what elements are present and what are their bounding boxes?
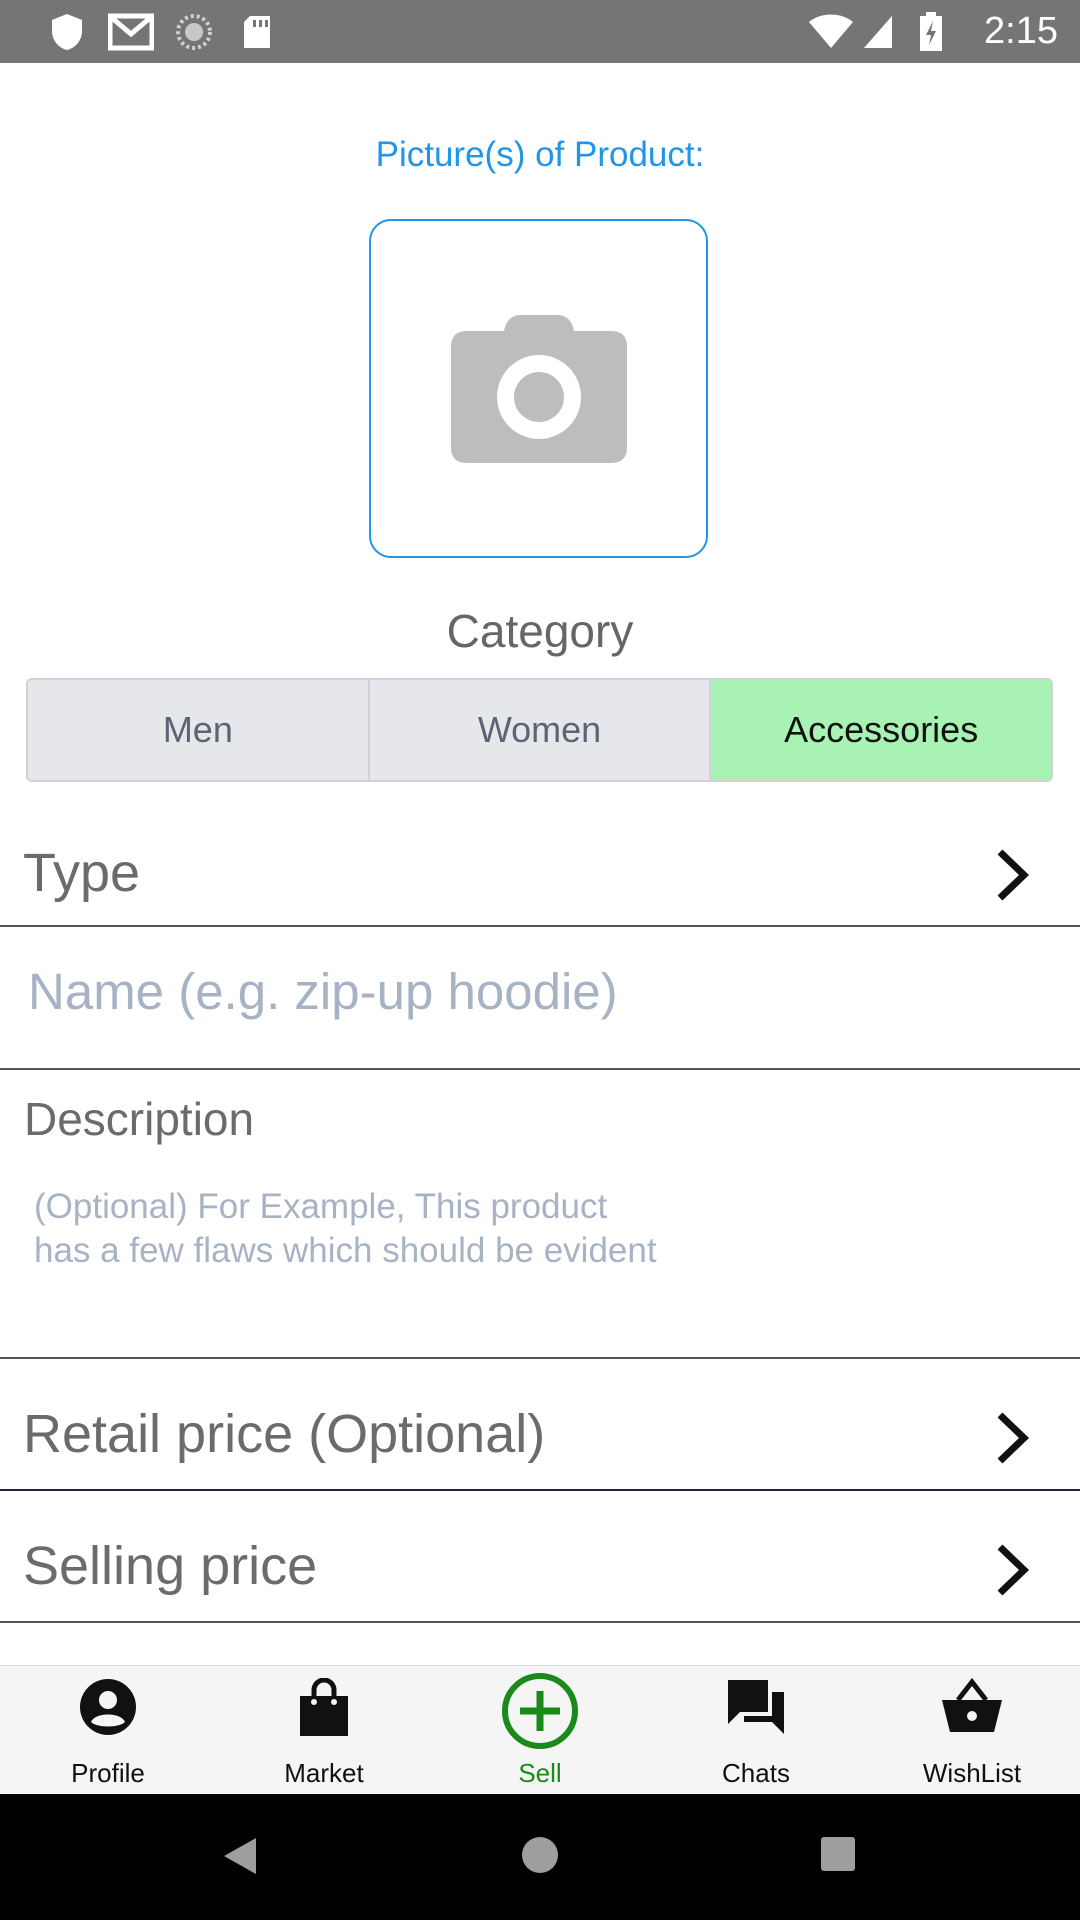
chevron-right-icon [994, 1411, 1030, 1469]
gmail-icon [108, 0, 154, 63]
description-input[interactable]: (Optional) For Example, This product has… [34, 1185, 734, 1350]
retail-price-row[interactable]: Retail price (Optional) [0, 1359, 1080, 1489]
sd-card-icon [242, 0, 272, 63]
nav-market[interactable]: Market [216, 1666, 432, 1795]
add-picture-button[interactable] [369, 219, 708, 558]
description-label: Description [24, 1093, 255, 1145]
description-placeholder-line: (Optional) For Example, This product [34, 1187, 608, 1226]
sync-icon [176, 0, 212, 63]
nav-wishlist-label: WishList [922, 1758, 1022, 1788]
nav-sell-label: Sell [518, 1758, 562, 1788]
nav-profile[interactable]: Profile [0, 1666, 216, 1795]
battery-charging-icon [918, 0, 944, 63]
retail-price-label: Retail price (Optional) [23, 1404, 546, 1464]
nav-market-label: Market [284, 1758, 364, 1788]
category-label: Category [446, 605, 634, 657]
home-icon[interactable] [521, 1836, 559, 1878]
camera-icon [449, 309, 629, 469]
category-men-option[interactable]: Men [28, 680, 370, 780]
name-placeholder: Name (e.g. zip-up hoodie) [28, 963, 618, 1020]
add-circle-icon [432, 1672, 648, 1750]
status-time: 2:15 [984, 10, 1058, 52]
category-women-option[interactable]: Women [369, 680, 712, 780]
signal-icon [862, 0, 894, 63]
type-row[interactable]: Type [0, 800, 1080, 926]
selling-price-row[interactable]: Selling price [0, 1491, 1080, 1621]
description-field[interactable]: Description (Optional) For Example, This… [0, 1070, 1080, 1358]
wifi-icon [808, 0, 854, 63]
category-selector: Men Women Accessories [26, 678, 1053, 782]
name-input[interactable]: Name (e.g. zip-up hoodie) [0, 927, 1080, 1069]
profile-icon [0, 1678, 216, 1736]
back-icon[interactable] [222, 1836, 258, 1880]
type-label: Type [23, 843, 141, 903]
nav-chats-label: Chats [722, 1758, 790, 1788]
nav-chats[interactable]: Chats [648, 1666, 864, 1795]
recents-icon[interactable] [820, 1836, 856, 1876]
chevron-right-icon [994, 848, 1030, 906]
system-nav-bar [0, 1794, 1080, 1920]
selling-price-label: Selling price [23, 1536, 318, 1596]
nav-profile-label: Profile [71, 1758, 145, 1788]
category-accessories-option[interactable]: Accessories [711, 680, 1051, 780]
description-placeholder-line: has a few flaws which should be evident [34, 1231, 657, 1270]
basket-icon [864, 1678, 1080, 1734]
shield-icon [50, 0, 84, 63]
picture-label: Picture(s) of Product: [375, 135, 705, 174]
bottom-nav: Profile Market Sell Chats WishList [0, 1665, 1080, 1795]
chevron-right-icon [994, 1543, 1030, 1601]
divider [0, 1621, 1080, 1623]
status-bar: 2:15 [0, 0, 1080, 63]
chats-icon [648, 1678, 864, 1736]
nav-sell[interactable]: Sell [432, 1666, 648, 1795]
shopping-bag-icon [216, 1678, 432, 1738]
nav-wishlist[interactable]: WishList [864, 1666, 1080, 1795]
